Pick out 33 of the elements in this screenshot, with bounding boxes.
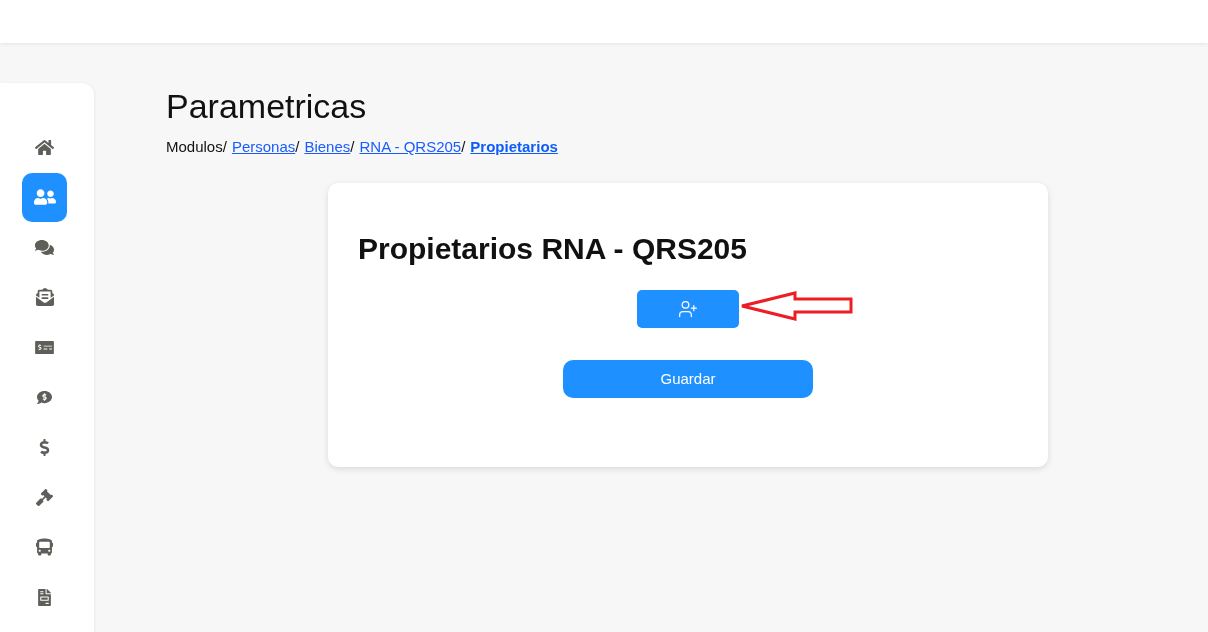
dollar-icon <box>39 438 50 456</box>
save-button[interactable]: Guardar <box>563 360 813 398</box>
sidebar-item[interactable] <box>36 538 53 556</box>
breadcrumb-link[interactable]: RNA - QRS205 <box>359 137 462 157</box>
card-title: Propietarios RNA - QRS205 <box>358 231 747 267</box>
sidebar-item[interactable] <box>34 238 55 256</box>
sidebar-item[interactable] <box>35 339 54 355</box>
sidebar-item[interactable] <box>35 288 54 306</box>
people-icon <box>33 188 56 206</box>
sidebar-item[interactable] <box>22 172 67 222</box>
sidebar-item[interactable] <box>36 389 53 405</box>
sidebar-item[interactable] <box>38 588 51 606</box>
open-envelope-icon <box>35 288 54 306</box>
home-icon <box>35 138 54 156</box>
breadcrumb-link[interactable]: Bienes <box>304 137 351 157</box>
chat-bubbles-icon <box>34 238 55 256</box>
sidebar-item[interactable] <box>36 488 53 506</box>
gavel-icon <box>36 488 53 506</box>
page-title: Parametricas <box>166 86 367 127</box>
dollar-chat-icon <box>36 389 53 405</box>
breadcrumb-separator: / <box>222 137 227 157</box>
breadcrumb-separator: / <box>295 137 300 157</box>
sidebar-item[interactable] <box>35 138 54 156</box>
breadcrumb-current-link[interactable]: Propietarios <box>470 137 558 157</box>
breadcrumb-separator: / <box>461 137 466 157</box>
breadcrumb-link[interactable]: Personas <box>231 137 296 157</box>
sidebar-item[interactable] <box>39 438 50 456</box>
breadcrumb-text: Modulos <box>166 137 223 157</box>
money-card-icon <box>35 339 54 355</box>
add-person-icon <box>678 299 698 319</box>
bus-icon <box>36 538 53 556</box>
document-icon <box>38 588 51 606</box>
breadcrumb-separator: / <box>350 137 355 157</box>
